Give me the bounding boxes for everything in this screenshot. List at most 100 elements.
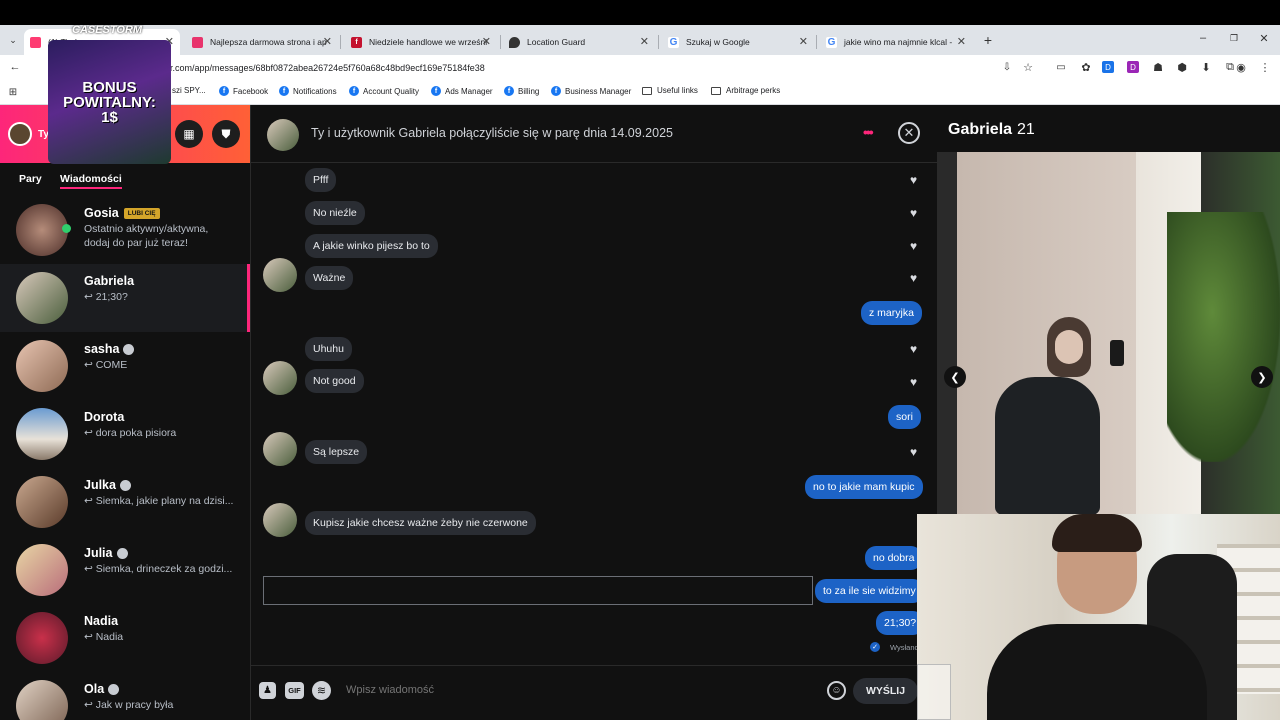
bookmark-billing[interactable]: f Billing [504, 86, 539, 96]
chevron-left-icon[interactable]: ❮ [944, 366, 966, 388]
tab-search-icon[interactable]: ⌄ [6, 33, 20, 47]
gif-button[interactable]: GIF [285, 682, 304, 699]
match-name: Julka [84, 478, 116, 492]
location-pin-icon [509, 36, 520, 48]
close-icon[interactable]: ✕ [799, 35, 808, 48]
extension-icon[interactable]: D [1127, 61, 1139, 73]
bookmark-business-manager[interactable]: f Business Manager [551, 86, 631, 96]
bookmark-account-quality[interactable]: f Account Quality [349, 86, 419, 96]
list-item[interactable]: Julka ↩ Siemka, jakie plany na dzisi... [0, 468, 250, 536]
apps-icon[interactable]: ⊞ [7, 86, 19, 98]
download-icon[interactable]: ⬇ [1199, 60, 1213, 74]
emoji-icon[interactable]: ☺ [827, 681, 846, 700]
online-indicator [62, 224, 71, 233]
url-field[interactable]: r.com/app/messages/68bf0872abea26724e5f7… [170, 58, 990, 77]
list-item[interactable]: Nadia ↩ Nadia [0, 604, 250, 672]
spotify-icon[interactable]: ≋ [312, 681, 331, 700]
camera-icon[interactable]: ▭ [1054, 60, 1068, 74]
profile-icon[interactable]: ◉ [1234, 60, 1248, 74]
bookmark-useful-links[interactable]: Useful links [642, 86, 698, 95]
profile-name-row: Gabriela 21 [948, 121, 1035, 139]
heart-icon[interactable]: ♥ [910, 343, 922, 355]
list-item[interactable]: Julia ↩ Siemka, drineczek za godzi... [0, 536, 250, 604]
install-icon[interactable]: ⇩ [1000, 60, 1014, 74]
message-composer: ♟ GIF ≋ ☺ WYŚLIJ [251, 665, 937, 715]
google-icon: G [826, 36, 837, 48]
tab-google[interactable]: G Szukaj w Google ✕ [662, 29, 814, 55]
close-window-icon[interactable]: ✕ [1257, 31, 1271, 45]
match-preview: ↩ Jak w pracy była [84, 699, 174, 711]
close-icon[interactable]: ✕ [640, 35, 649, 48]
bookmark-notifications[interactable]: f Notifications [279, 86, 337, 96]
restore-icon[interactable]: ❐ [1227, 31, 1241, 45]
list-item[interactable]: sasha ↩ COME [0, 332, 250, 400]
heart-icon[interactable]: ♥ [910, 446, 922, 458]
site-favicon: f [351, 36, 362, 48]
bookmark-spy[interactable]: szi SPY... [172, 86, 206, 95]
profile-name: Gabriela [948, 121, 1013, 138]
close-chat-icon[interactable]: ✕ [898, 122, 920, 144]
bookmark-ads-manager[interactable]: f Ads Manager [431, 86, 493, 96]
match-preview: ↩ 21;30? [84, 291, 128, 303]
match-preview: ↩ Nadia [84, 631, 124, 643]
extension-icon[interactable]: ☗ [1151, 60, 1165, 74]
heart-icon[interactable]: ♥ [910, 240, 922, 252]
bookmark-star-icon[interactable]: ☆ [1021, 60, 1035, 74]
list-item[interactable]: Dorota ↩ dora poka pisiora [0, 400, 250, 468]
bookmark-facebook[interactable]: f Facebook [219, 86, 268, 96]
close-icon[interactable]: ✕ [957, 35, 966, 48]
avatar[interactable] [267, 119, 299, 151]
extension-icon[interactable]: D [1102, 61, 1114, 73]
avatar [263, 503, 297, 537]
more-options-icon[interactable]: ••• [863, 124, 874, 140]
promo-overlay: BONUS POWITALNY: 1$ [48, 40, 171, 164]
tab-location-guard[interactable]: Location Guard ✕ [503, 29, 655, 55]
menu-icon[interactable]: ⋮ [1258, 60, 1272, 74]
location-pin-icon[interactable]: ⬢ [1175, 60, 1189, 74]
message-bubble: z maryjka [861, 301, 922, 325]
likes-you-badge: LUBI CIĘ [123, 207, 160, 219]
tab-matches[interactable]: Pary [19, 173, 42, 185]
shield-icon[interactable]: ⛊ [212, 120, 240, 148]
list-item[interactable]: Gabriela ↩ 21;30? [0, 264, 250, 332]
promo-line: POWITALNY: [63, 94, 156, 111]
close-icon[interactable]: ✕ [482, 35, 491, 48]
verified-icon [119, 479, 131, 491]
bookmark-label: Notifications [293, 86, 337, 96]
bookmark-arbitrage-perks[interactable]: Arbitrage perks [711, 86, 780, 95]
avatar [16, 680, 68, 720]
tab-niedziele[interactable]: f Niedziele handlowe we wrześni ✕ [345, 29, 497, 55]
bookmark-label: Business Manager [565, 86, 632, 96]
message-input[interactable] [346, 678, 806, 702]
avatar [16, 340, 68, 392]
chevron-right-icon[interactable]: ❯ [1251, 366, 1273, 388]
list-item[interactable]: Ola ↩ Jak w pracy była [0, 672, 250, 720]
tab-wino[interactable]: G jakie wino ma najmnie klcal - ✕ [820, 29, 972, 55]
minimize-icon[interactable]: – [1196, 31, 1210, 45]
send-button[interactable]: WYŚLIJ [853, 678, 918, 704]
heart-icon[interactable]: ♥ [910, 376, 922, 388]
sticker-icon[interactable]: ♟ [259, 682, 276, 699]
match-name: Gosia [84, 206, 119, 220]
facebook-icon: f [504, 86, 514, 96]
heart-icon[interactable]: ♥ [910, 207, 922, 219]
heart-icon[interactable]: ♥ [910, 174, 922, 186]
avatar [16, 272, 68, 324]
sidebar-tabs: Pary Wiadomości [0, 163, 250, 195]
briefcase-icon[interactable]: ▦ [175, 120, 203, 148]
heart-icon[interactable]: ♥ [910, 272, 922, 284]
profile-photo[interactable] [937, 152, 1280, 515]
extension-icon[interactable]: ✿ [1079, 60, 1093, 74]
new-tab-icon[interactable]: + [980, 32, 996, 48]
avatar [16, 204, 68, 256]
bookmarks-bar: ⊞ szi SPY... f Facebook f Notifications fA… [0, 80, 1280, 105]
close-icon[interactable]: ✕ [323, 35, 332, 48]
avatar[interactable] [8, 122, 32, 146]
verified-icon [123, 343, 135, 355]
list-item[interactable]: Gosia LUBI CIĘ Ostatnio aktywny/aktywna, … [0, 196, 250, 264]
promo-line: 1$ [101, 109, 118, 126]
message-bubble: Uhuhu [305, 337, 352, 361]
back-icon[interactable]: ← [8, 60, 22, 74]
tab-najlepsza[interactable]: Najlepsza darmowa strona i ap ✕ [186, 29, 338, 55]
tab-messages[interactable]: Wiadomości [60, 173, 122, 189]
